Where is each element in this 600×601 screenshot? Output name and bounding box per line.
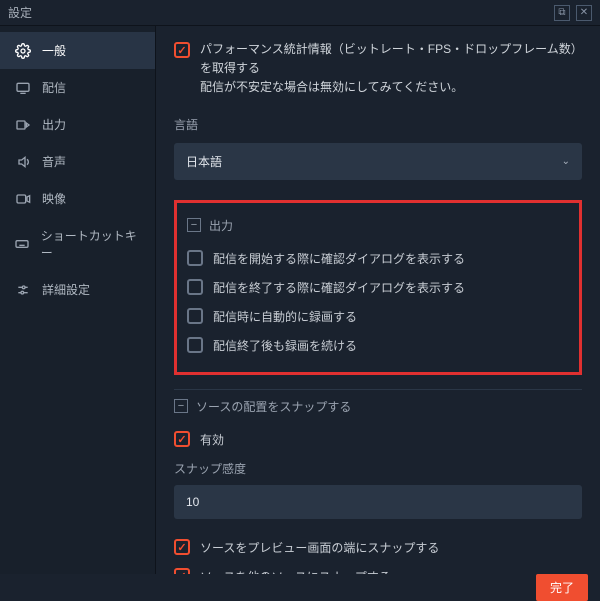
- sidebar-item-label: 映像: [42, 190, 66, 207]
- checkbox-label: 配信終了後も録画を続ける: [213, 337, 357, 354]
- checkbox[interactable]: [187, 308, 203, 324]
- snap-source-label: ソースを他のソースにスナップする: [200, 568, 391, 574]
- output-opt-auto-record: 配信時に自動的に録画する: [187, 302, 569, 331]
- close-button-icon[interactable]: ✕: [576, 5, 592, 21]
- sidebar-item-label: 出力: [42, 116, 66, 133]
- snap-sensitivity-input[interactable]: 10: [174, 485, 582, 519]
- sidebar-item-general[interactable]: 一般: [0, 32, 155, 69]
- sidebar-item-label: ショートカットキー: [41, 227, 141, 261]
- sidebar-item-stream[interactable]: 配信: [0, 69, 155, 106]
- sidebar: 一般 配信 出力 音声 映像: [0, 26, 156, 574]
- language-select[interactable]: 日本語 ⌄: [174, 143, 582, 180]
- snap-source-checkbox[interactable]: [174, 568, 190, 574]
- sidebar-item-label: 配信: [42, 79, 66, 96]
- footer: 完了: [0, 574, 600, 600]
- checkbox-label: 配信を終了する際に確認ダイアログを表示する: [213, 279, 465, 296]
- snap-edge-checkbox[interactable]: [174, 539, 190, 555]
- snap-sensitivity-label: スナップ感度: [174, 460, 582, 477]
- language-value: 日本語: [186, 153, 222, 170]
- performance-stats-text: パフォーマンス統計情報（ビットレート・FPS・ドロップフレーム数）を取得する 配…: [200, 40, 582, 98]
- checkbox[interactable]: [187, 250, 203, 266]
- checkbox[interactable]: [187, 337, 203, 353]
- snap-edge-row: ソースをプレビュー画面の端にスナップする: [174, 533, 582, 562]
- output-highlight-box: − 出力 配信を開始する際に確認ダイアログを表示する 配信を終了する際に確認ダイ…: [174, 200, 582, 375]
- window-title: 設定: [8, 4, 554, 21]
- keyboard-icon: [14, 236, 31, 252]
- content-panel: パフォーマンス統計情報（ビットレート・FPS・ドロップフレーム数）を取得する 配…: [156, 26, 600, 574]
- language-label: 言語: [174, 116, 582, 133]
- sidebar-item-label: 詳細設定: [42, 281, 90, 298]
- sidebar-item-audio[interactable]: 音声: [0, 143, 155, 180]
- sidebar-item-advanced[interactable]: 詳細設定: [0, 271, 155, 308]
- sidebar-item-video[interactable]: 映像: [0, 180, 155, 217]
- detach-button-icon[interactable]: ⧉: [554, 5, 570, 21]
- checkbox-label: 配信を開始する際に確認ダイアログを表示する: [213, 250, 465, 267]
- output-group-header[interactable]: − 出力: [187, 211, 569, 244]
- snap-enable-row: 有効: [174, 425, 582, 454]
- checkbox-label: 配信時に自動的に録画する: [213, 308, 357, 325]
- performance-stats-row: パフォーマンス統計情報（ビットレート・FPS・ドロップフレーム数）を取得する 配…: [174, 40, 582, 98]
- sliders-icon: [14, 282, 32, 298]
- video-icon: [14, 191, 32, 207]
- sidebar-item-label: 音声: [42, 153, 66, 170]
- chevron-down-icon: ⌄: [562, 156, 570, 167]
- snap-group: − ソースの配置をスナップする 有効 スナップ感度 10 ソースをプレビュー画面…: [174, 389, 582, 574]
- snap-source-row: ソースを他のソースにスナップする: [174, 562, 582, 574]
- titlebar: 設定 ⧉ ✕: [0, 0, 600, 26]
- sidebar-item-label: 一般: [42, 42, 66, 59]
- titlebar-buttons: ⧉ ✕: [554, 5, 592, 21]
- broadcast-icon: [14, 80, 32, 96]
- snap-group-title: ソースの配置をスナップする: [196, 398, 351, 415]
- sidebar-item-output[interactable]: 出力: [0, 106, 155, 143]
- snap-enable-label: 有効: [200, 431, 224, 448]
- audio-icon: [14, 154, 32, 170]
- done-button[interactable]: 完了: [536, 574, 588, 601]
- snap-group-header[interactable]: − ソースの配置をスナップする: [174, 392, 582, 425]
- output-group-title: 出力: [209, 217, 233, 234]
- collapse-icon: −: [187, 218, 201, 232]
- output-opt-start-confirm: 配信を開始する際に確認ダイアログを表示する: [187, 244, 569, 273]
- collapse-icon: −: [174, 399, 188, 413]
- snap-enable-checkbox[interactable]: [174, 431, 190, 447]
- sidebar-item-hotkeys[interactable]: ショートカットキー: [0, 217, 155, 271]
- output-opt-end-confirm: 配信を終了する際に確認ダイアログを表示する: [187, 273, 569, 302]
- gear-icon: [14, 43, 32, 59]
- output-opt-keep-recording: 配信終了後も録画を続ける: [187, 331, 569, 360]
- performance-stats-checkbox[interactable]: [174, 42, 190, 58]
- snap-edge-label: ソースをプレビュー画面の端にスナップする: [200, 539, 439, 556]
- checkbox[interactable]: [187, 279, 203, 295]
- output-icon: [14, 117, 32, 133]
